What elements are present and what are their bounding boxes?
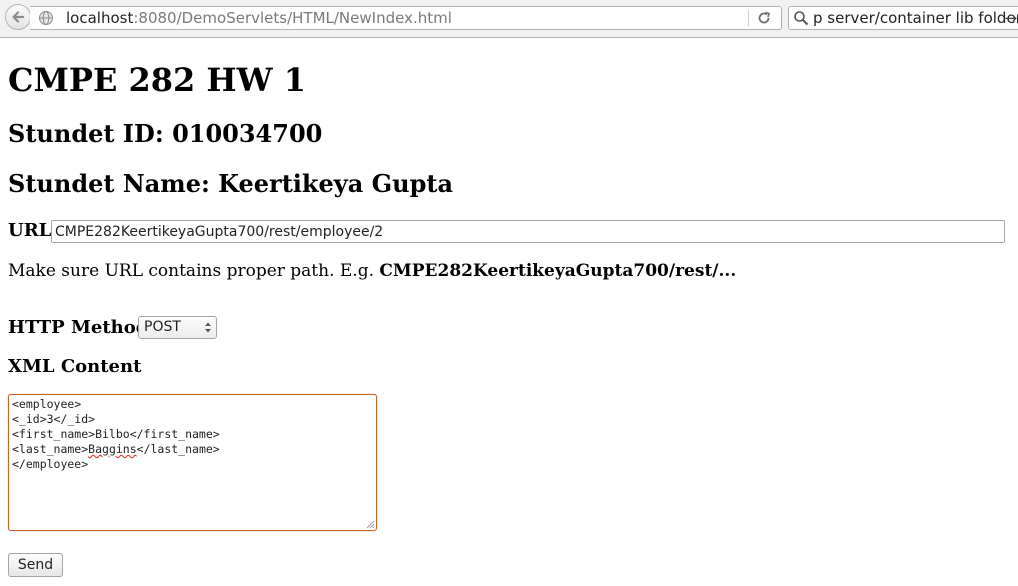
page-title: CMPE 282 HW 1: [8, 61, 306, 99]
search-go-icon[interactable]: →: [1004, 9, 1017, 27]
back-arrow-icon: [12, 11, 25, 23]
url-host: localhost: [66, 9, 134, 27]
search-input[interactable]: p server/container lib folder.: [813, 9, 1018, 27]
xml-line: <_id>3</_id>: [12, 412, 96, 426]
page-content: CMPE 282 HW 1 Stundet ID: 010034700 Stun…: [0, 39, 1018, 586]
address-text: localhost:8080/DemoServlets/HTML/NewInde…: [66, 9, 452, 27]
address-bar[interactable]: localhost:8080/DemoServlets/HTML/NewInde…: [30, 6, 782, 30]
resize-grip-icon[interactable]: [365, 519, 375, 529]
reload-icon[interactable]: [756, 10, 772, 26]
student-name-heading: Stundet Name: Keertikeya Gupta: [8, 169, 454, 198]
hint-text: Make sure URL contains proper path. E.g.: [8, 261, 380, 281]
xml-fragment: </last_name>: [136, 442, 220, 456]
http-method-select[interactable]: POST: [138, 316, 217, 339]
xml-line: <last_name>Baggins</last_name>: [12, 442, 220, 457]
url-label: URL: [8, 220, 52, 241]
xml-content-textarea[interactable]: <employee> <_id>3</_id> <first_name>Bilb…: [8, 394, 377, 531]
http-method-value: POST: [144, 319, 181, 335]
search-bar[interactable]: p server/container lib folder. →: [788, 6, 1018, 30]
url-hint: Make sure URL contains proper path. E.g.…: [8, 260, 736, 282]
url-input[interactable]: [51, 220, 1005, 243]
xml-line: <first_name>Bilbo</first_name>: [12, 427, 220, 441]
xml-line: </employee>: [12, 457, 89, 471]
xml-fragment: <last_name>: [12, 442, 89, 456]
back-button[interactable]: [5, 4, 31, 30]
search-icon: [794, 11, 809, 26]
updown-arrows-icon: [205, 322, 211, 333]
url-path: :8080/DemoServlets/HTML/NewIndex.html: [133, 9, 452, 27]
student-id-heading: Stundet ID: 010034700: [8, 119, 323, 148]
hint-example: CMPE282KeertikeyaGupta700/rest/...: [379, 261, 737, 281]
globe-icon: [39, 11, 53, 25]
http-method-label: HTTP Method: [8, 317, 149, 338]
xml-content-label: XML Content: [8, 356, 142, 377]
xml-line: <employee>: [12, 397, 82, 411]
spellcheck-word: Baggins: [88, 442, 137, 456]
browser-toolbar: localhost:8080/DemoServlets/HTML/NewInde…: [0, 0, 1018, 38]
address-divider: [748, 10, 749, 26]
send-button[interactable]: Send: [8, 553, 63, 577]
